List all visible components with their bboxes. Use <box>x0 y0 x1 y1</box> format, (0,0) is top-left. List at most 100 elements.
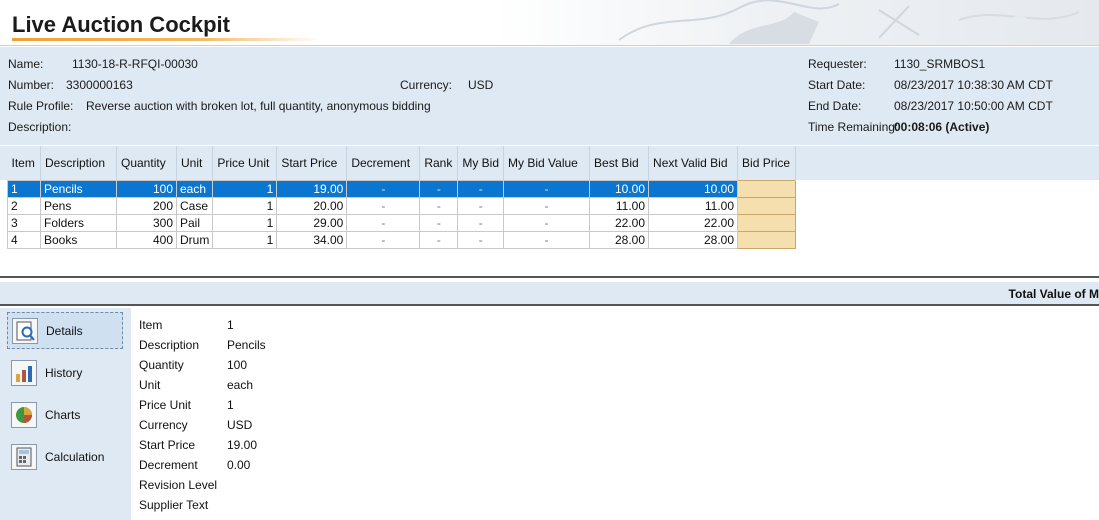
cell-my-bid: - <box>457 213 505 232</box>
cell-item: 4 <box>7 230 41 249</box>
cell-my-bid: - <box>457 179 505 198</box>
column-header-bid-price[interactable]: Bid Price <box>737 146 797 180</box>
cell-item: 1 <box>7 179 41 198</box>
cell-unit: Pail <box>175 213 214 232</box>
cell-my-bid-value: - <box>503 230 591 249</box>
cell-start-price: 19.00 <box>276 179 348 198</box>
column-header-start-price[interactable]: Start Price <box>276 146 348 180</box>
bid-price-input[interactable] <box>737 196 797 215</box>
cell-next-valid-bid: 10.00 <box>648 179 739 198</box>
rule-profile-label: Rule Profile: <box>8 99 74 113</box>
bid-price-input[interactable] <box>737 230 797 249</box>
detail-value: each <box>227 378 254 392</box>
detail-value: 0.00 <box>227 458 251 472</box>
cell-rank: - <box>419 230 459 249</box>
cell-my-bid-value: - <box>503 196 591 215</box>
cell-decrement: - <box>346 196 421 215</box>
cell-my-bid-value: - <box>503 213 591 232</box>
history-button[interactable]: History <box>7 354 123 391</box>
table-row[interactable]: 4 Books 400 Drum 1 34.00 - - - - 28.00 2… <box>7 230 797 249</box>
detail-label: Currency <box>139 418 188 432</box>
column-header-decrement[interactable]: Decrement <box>346 146 421 180</box>
detail-label: Quantity <box>139 358 184 372</box>
cell-best-bid: 22.00 <box>589 213 650 232</box>
column-header-rank[interactable]: Rank <box>419 146 459 180</box>
detail-value: 19.00 <box>227 438 258 452</box>
detail-value: Pencils <box>227 338 266 352</box>
cell-best-bid: 28.00 <box>589 230 650 249</box>
column-header-best-bid[interactable]: Best Bid <box>589 146 650 180</box>
calculation-button[interactable]: Calculation <box>7 438 123 475</box>
column-header-quantity[interactable]: Quantity <box>116 146 177 180</box>
details-button-label: Details <box>46 323 83 338</box>
cell-quantity: 100 <box>116 179 177 198</box>
cell-quantity: 400 <box>116 230 177 249</box>
rule-profile-value: Reverse auction with broken lot, full qu… <box>86 99 431 113</box>
detail-value: 1 <box>227 318 234 332</box>
detail-label: Decrement <box>139 458 198 472</box>
cell-item: 2 <box>7 196 41 215</box>
cell-price-unit: 1 <box>212 179 278 198</box>
table-row[interactable]: 1 Pencils 100 each 1 19.00 - - - - 10.00… <box>7 179 797 198</box>
details-icon <box>12 317 38 344</box>
detail-label: Unit <box>139 378 161 392</box>
cell-price-unit: 1 <box>212 196 278 215</box>
column-header-price-unit[interactable]: Price Unit <box>212 146 278 180</box>
charts-icon <box>11 401 37 428</box>
cell-description: Books <box>40 230 117 249</box>
charts-button[interactable]: Charts <box>7 396 123 433</box>
cell-price-unit: 1 <box>212 230 278 249</box>
history-icon <box>11 359 37 386</box>
cell-next-valid-bid: 11.00 <box>648 196 739 215</box>
details-button[interactable]: Details <box>7 312 123 349</box>
table-row[interactable]: 3 Folders 300 Pail 1 29.00 - - - - 22.00… <box>7 213 797 232</box>
bottom-area: Details History Charts Calculation Item … <box>0 308 1099 520</box>
column-header-item[interactable]: Item <box>7 146 41 180</box>
calculation-icon <box>11 443 37 470</box>
bid-price-input[interactable] <box>737 213 797 232</box>
currency-value: USD <box>468 78 494 92</box>
cell-quantity: 300 <box>116 213 177 232</box>
cell-start-price: 34.00 <box>276 230 348 249</box>
items-table-area: Item Description Quantity Unit Price Uni… <box>0 146 1099 274</box>
details-panel: Item 1 Description Pencils Quantity 100 … <box>131 308 1099 520</box>
detail-value: 100 <box>227 358 248 372</box>
detail-value: USD <box>227 418 253 432</box>
calculation-button-label: Calculation <box>45 449 105 464</box>
cell-rank: - <box>419 179 459 198</box>
column-header-next-valid-bid[interactable]: Next Valid Bid <box>648 146 739 180</box>
cell-item: 3 <box>7 213 41 232</box>
cell-description: Pencils <box>40 179 117 198</box>
requester-label: Requester: <box>808 57 867 71</box>
history-button-label: History <box>45 365 83 380</box>
detail-label: Revision Level <box>139 478 218 492</box>
column-header-unit[interactable]: Unit <box>176 146 214 180</box>
name-label: Name: <box>8 57 44 71</box>
section-divider <box>0 276 1099 278</box>
cell-my-bid-value: - <box>503 179 591 198</box>
cell-best-bid: 11.00 <box>589 196 650 215</box>
requester-value: 1130_SRMBOS1 <box>894 57 986 71</box>
column-header-my-bid-value[interactable]: My Bid Value <box>503 146 591 180</box>
bid-price-input[interactable] <box>737 179 797 198</box>
title-underline <box>12 38 322 41</box>
name-value: 1130-18-R-RFQI-00030 <box>72 57 198 71</box>
cell-start-price: 20.00 <box>276 196 348 215</box>
detail-value: 1 <box>227 398 234 412</box>
detail-label: Price Unit <box>139 398 192 412</box>
column-header-my-bid[interactable]: My Bid <box>457 146 505 180</box>
detail-label: Description <box>139 338 200 352</box>
description-label: Description: <box>8 120 72 134</box>
table-row[interactable]: 2 Pens 200 Case 1 20.00 - - - - 11.00 11… <box>7 196 797 215</box>
cell-decrement: - <box>346 179 421 198</box>
time-remaining-value: 00:08:06 (Active) <box>894 120 990 134</box>
table-header-row: Item Description Quantity Unit Price Uni… <box>7 146 797 180</box>
column-header-description[interactable]: Description <box>40 146 117 180</box>
cell-start-price: 29.00 <box>276 213 348 232</box>
total-value-label: Total Value of M <box>1008 287 1099 301</box>
side-nav: Details History Charts Calculation <box>7 312 127 480</box>
end-date-value: 08/23/2017 10:50:00 AM CDT <box>894 99 1053 113</box>
cell-my-bid: - <box>457 196 505 215</box>
cell-rank: - <box>419 213 459 232</box>
cell-next-valid-bid: 28.00 <box>648 230 739 249</box>
